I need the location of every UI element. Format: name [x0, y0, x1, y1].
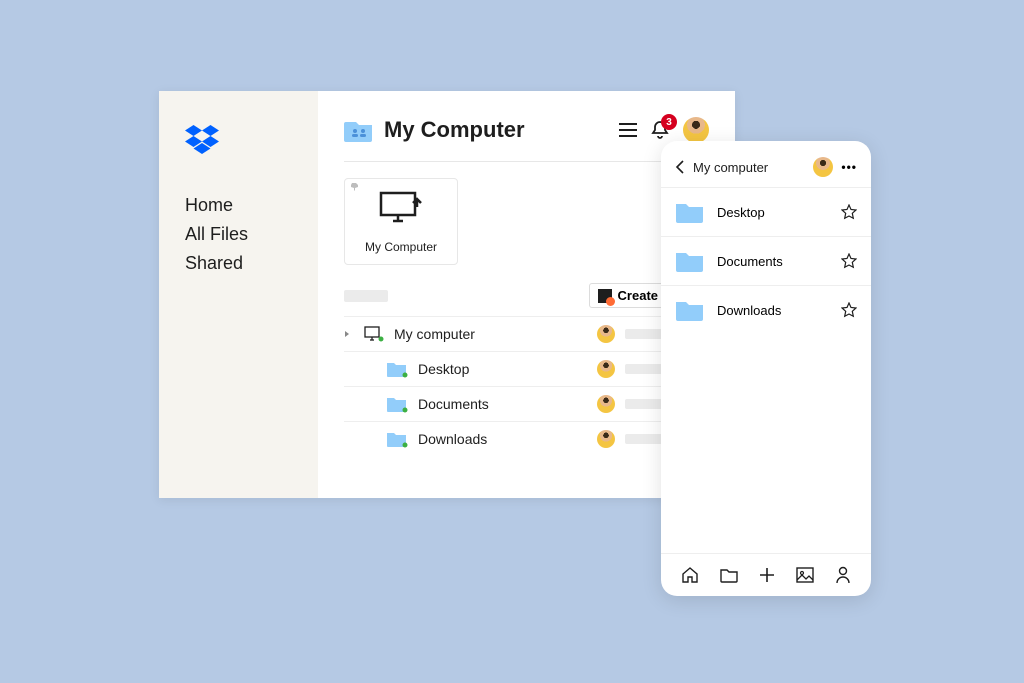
- folder-icon: [386, 395, 408, 413]
- file-name: Documents: [418, 396, 587, 412]
- mobile-title: My computer: [693, 160, 805, 175]
- dropbox-logo-icon: [185, 125, 318, 155]
- user-avatar[interactable]: [813, 157, 833, 177]
- file-list: My computer Desktop Documents: [344, 316, 709, 456]
- folder-icon: [675, 298, 705, 322]
- file-row-documents[interactable]: Documents: [344, 386, 709, 421]
- user-avatar[interactable]: [683, 117, 709, 143]
- placeholder-bar: [344, 290, 388, 302]
- nav-photos-icon[interactable]: [796, 567, 814, 583]
- folder-name: Downloads: [717, 303, 829, 318]
- mobile-row-downloads[interactable]: Downloads: [661, 285, 871, 334]
- file-name: Desktop: [418, 361, 587, 377]
- file-row-downloads[interactable]: Downloads: [344, 421, 709, 456]
- computer-monitor-icon: [377, 189, 425, 227]
- nav-account-icon[interactable]: [835, 566, 851, 584]
- file-name: My computer: [394, 326, 587, 342]
- favorite-star-icon[interactable]: [841, 204, 857, 220]
- computer-card[interactable]: My Computer: [344, 178, 458, 265]
- notification-badge: 3: [661, 114, 677, 130]
- folder-icon: [386, 360, 408, 378]
- nav-add-icon[interactable]: [758, 566, 776, 584]
- mobile-folder-list: Desktop Documents Downloads: [661, 187, 871, 553]
- folder-icon: [675, 200, 705, 224]
- toolbar: Create: [344, 283, 709, 312]
- folder-name: Desktop: [717, 205, 829, 220]
- owner-avatar: [597, 360, 615, 378]
- mobile-device: My computer ••• Desktop Documents: [661, 141, 871, 596]
- owner-avatar: [597, 395, 615, 413]
- file-name: Downloads: [418, 431, 587, 447]
- owner-avatar: [597, 430, 615, 448]
- back-button[interactable]: [675, 160, 685, 174]
- sidebar-nav: Home All Files Shared: [185, 195, 318, 274]
- sidebar-item-shared[interactable]: Shared: [185, 253, 318, 274]
- computer-outline-icon: [364, 326, 384, 342]
- file-row-root[interactable]: My computer: [344, 316, 709, 351]
- folder-name: Documents: [717, 254, 829, 269]
- notifications-button[interactable]: 3: [651, 120, 669, 140]
- expand-toggle-icon[interactable]: [344, 330, 354, 338]
- mobile-row-desktop[interactable]: Desktop: [661, 187, 871, 236]
- sidebar-item-home[interactable]: Home: [185, 195, 318, 216]
- mobile-header: My computer •••: [661, 141, 871, 187]
- create-plus-icon: [598, 289, 612, 303]
- folder-icon: [675, 249, 705, 273]
- page-header: My Computer 3: [344, 117, 709, 162]
- favorite-star-icon[interactable]: [841, 253, 857, 269]
- sidebar: Home All Files Shared: [159, 91, 318, 498]
- page-title: My Computer: [384, 117, 609, 143]
- favorite-star-icon[interactable]: [841, 302, 857, 318]
- pin-icon: [351, 183, 359, 191]
- mobile-row-documents[interactable]: Documents: [661, 236, 871, 285]
- nav-home-icon[interactable]: [681, 566, 699, 584]
- header-actions: 3: [619, 117, 709, 143]
- nav-files-icon[interactable]: [720, 567, 738, 583]
- owner-avatar: [597, 325, 615, 343]
- menu-icon[interactable]: [619, 123, 637, 137]
- sidebar-item-all-files[interactable]: All Files: [185, 224, 318, 245]
- desktop-window: Home All Files Shared My Computer: [159, 91, 735, 498]
- computer-card-label: My Computer: [353, 240, 449, 254]
- folder-icon: [386, 430, 408, 448]
- create-button-label: Create: [618, 288, 658, 303]
- file-row-desktop[interactable]: Desktop: [344, 351, 709, 386]
- mobile-bottom-nav: [661, 553, 871, 596]
- team-folder-icon: [344, 118, 374, 142]
- more-options-icon[interactable]: •••: [841, 160, 857, 174]
